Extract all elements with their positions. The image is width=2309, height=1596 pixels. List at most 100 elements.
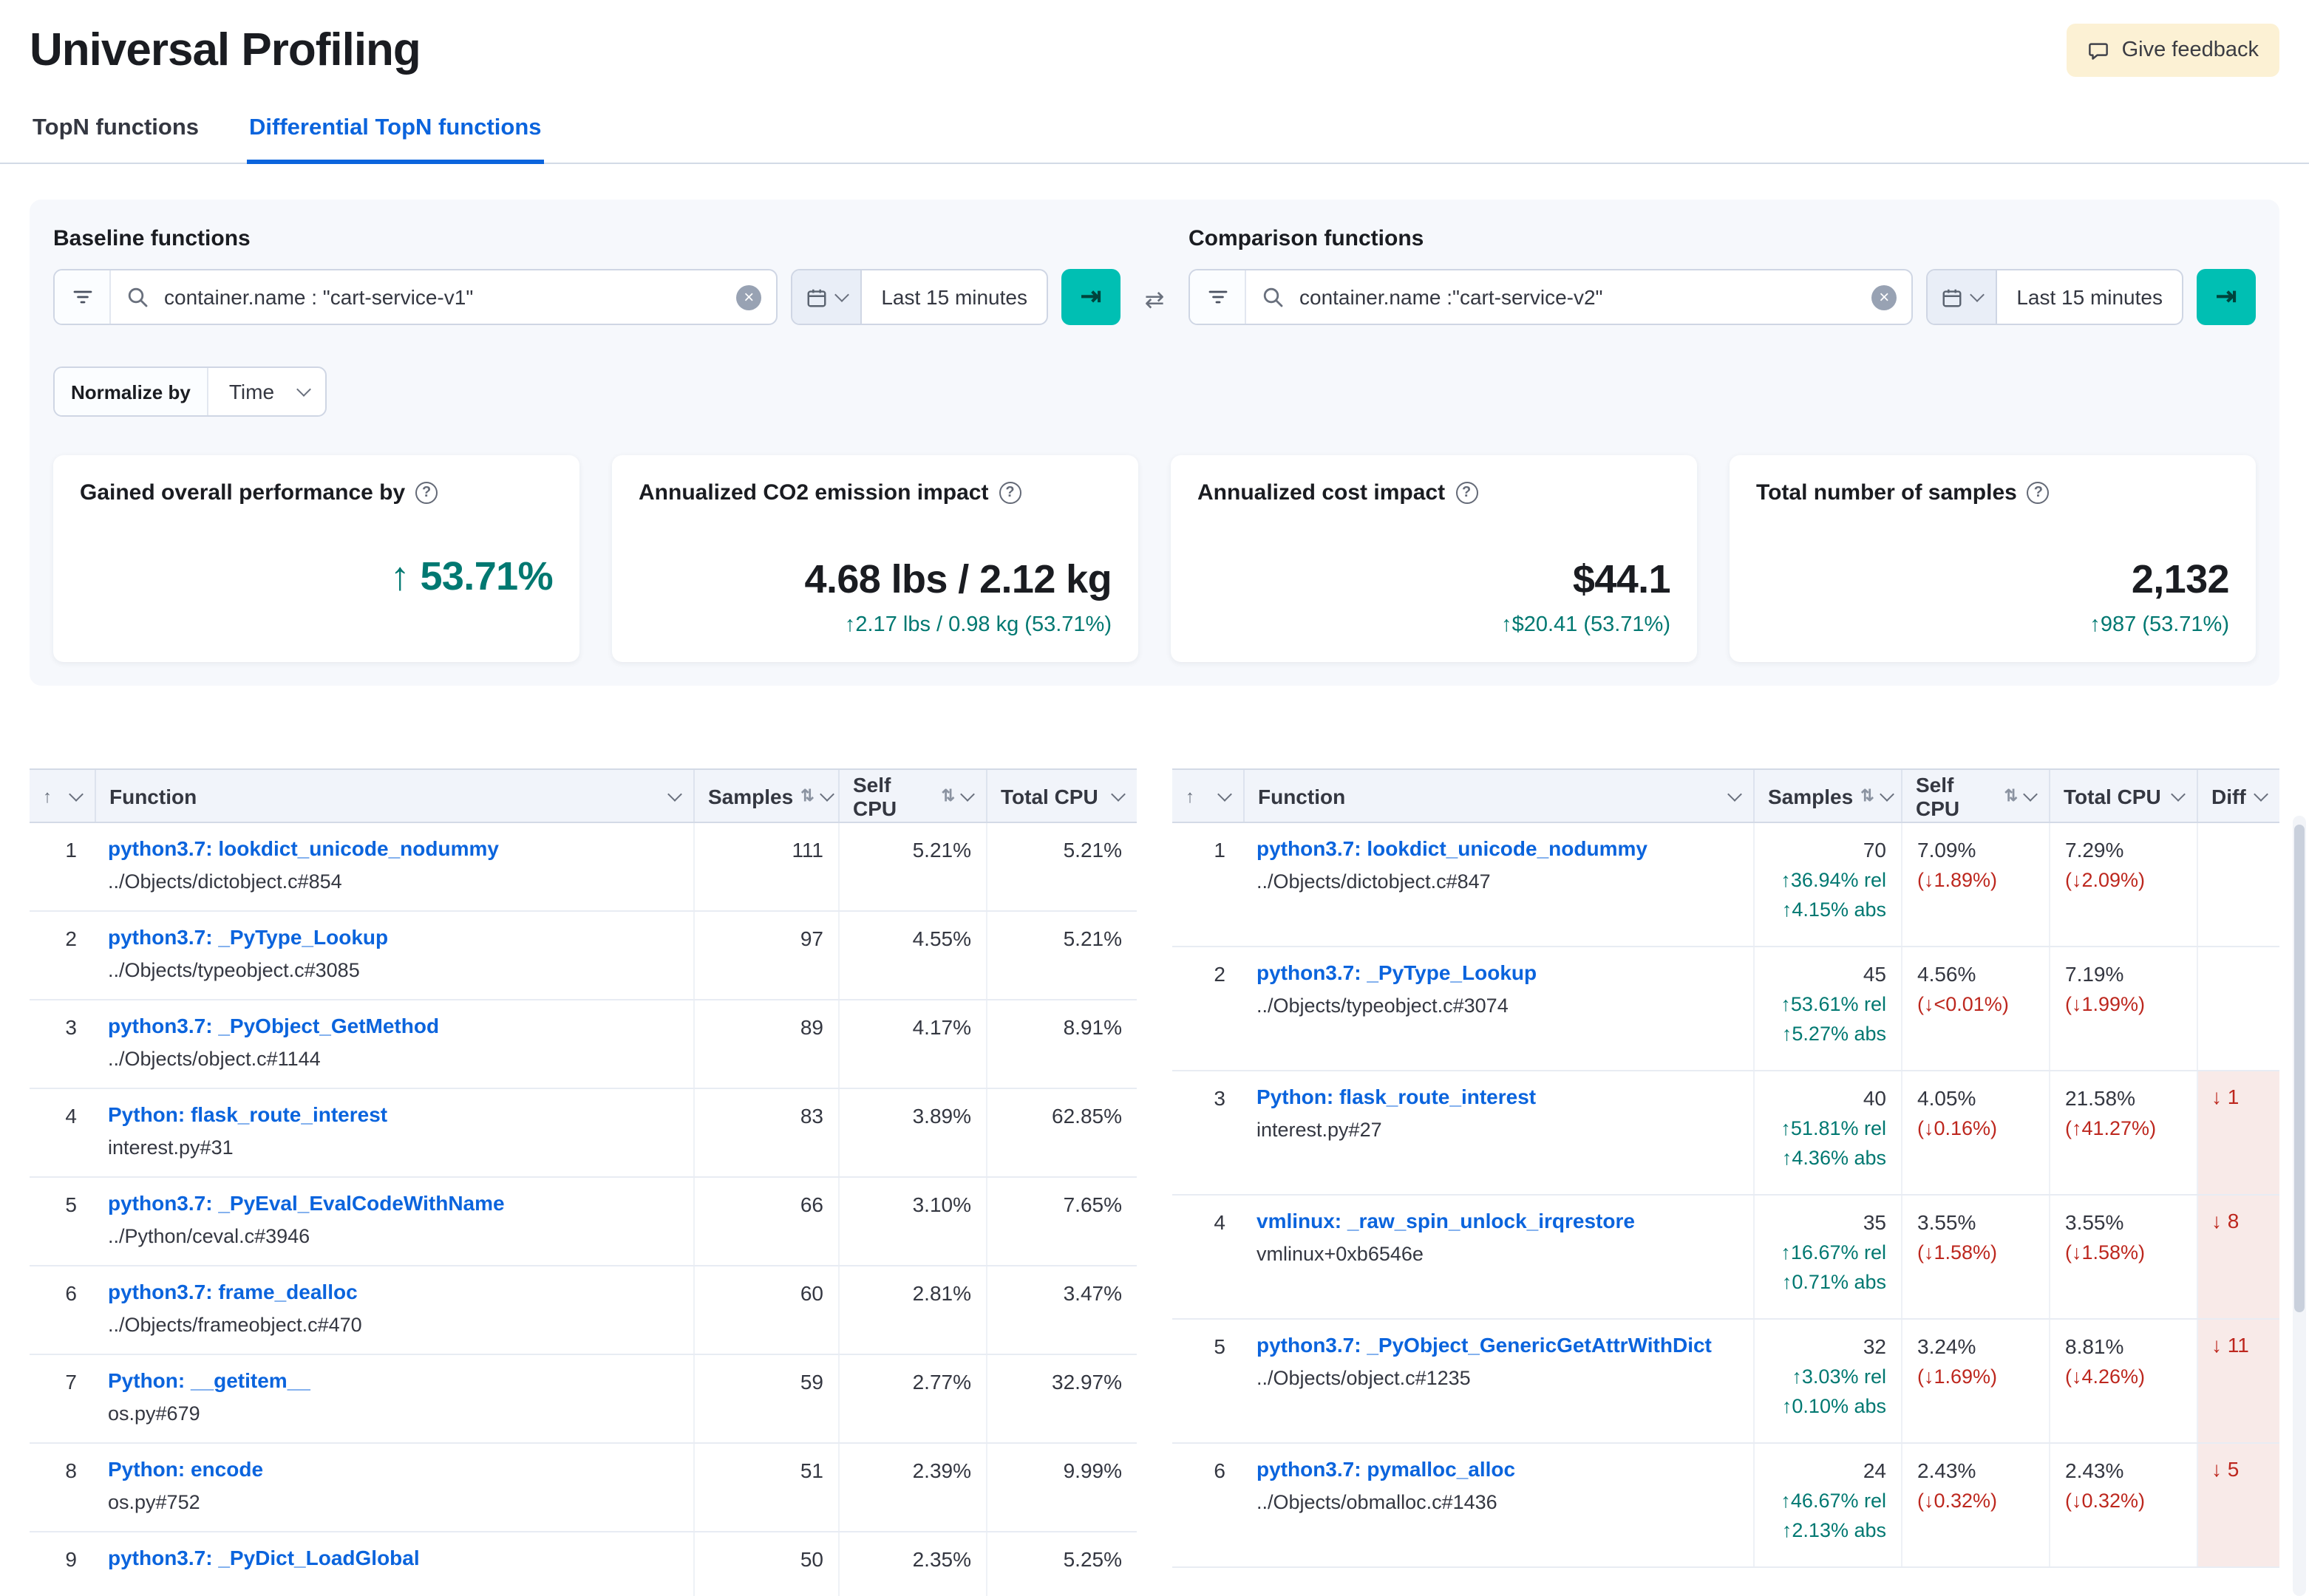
baseline-time-range[interactable]: Last 15 minutes (860, 270, 1047, 324)
row-function: python3.7: _PyEval_EvalCodeWithName ../Py… (95, 1178, 693, 1265)
total-cpu-value: 7.65% (986, 1178, 1137, 1265)
column-rank[interactable]: ↑ (1172, 770, 1243, 822)
samples-abs-delta: ↑4.36% abs (1781, 1147, 1886, 1169)
self-cpu-value: 3.89% (838, 1089, 986, 1176)
function-link[interactable]: Python: encode (108, 1457, 681, 1481)
comparison-quick-select-button[interactable] (1928, 270, 1996, 324)
samples-cell: 24 ↑46.67% rel ↑2.13% abs (1753, 1444, 1901, 1566)
baseline-table-header: ↑ Function Samples ⇅ Self CPU ⇅ Total CPU (30, 768, 1137, 823)
comparison-clear-icon[interactable]: × (1871, 284, 1897, 310)
function-link[interactable]: python3.7: _PyObject_GenericGetAttrWithD… (1256, 1333, 1741, 1357)
row-function: python3.7: _PyType_Lookup ../Objects/type… (95, 912, 693, 999)
samples-cell: 45 ↑53.61% rel ↑5.27% abs (1753, 947, 1901, 1070)
function-link[interactable]: python3.7: lookdict_unicode_nodummy (1256, 836, 1741, 860)
function-link[interactable]: python3.7: _PyEval_EvalCodeWithName (108, 1191, 681, 1215)
scrollbar-thumb[interactable] (2294, 825, 2305, 1312)
total-cpu-value: 32.97% (986, 1355, 1137, 1442)
row-rank: 6 (1214, 1459, 1225, 1482)
function-link[interactable]: python3.7: _PyType_Lookup (1256, 961, 1741, 984)
self-cpu-cell: 3.55% (↓1.58%) (1901, 1196, 2049, 1318)
function-link[interactable]: vmlinux: _raw_spin_unlock_irqrestore (1256, 1209, 1741, 1232)
table-row: 3 Python: flask_route_interest interest.p… (1172, 1071, 2279, 1196)
total-cpu-value: 8.91% (986, 1000, 1137, 1088)
function-link[interactable]: Python: __getitem__ (108, 1368, 681, 1392)
baseline-label: Baseline functions (53, 226, 251, 251)
row-function: python3.7: _PyType_Lookup ../Objects/type… (1243, 947, 1753, 1070)
function-link[interactable]: python3.7: frame_dealloc (108, 1280, 681, 1303)
tab-topn-functions[interactable]: TopN functions (30, 100, 202, 164)
vertical-scrollbar (2293, 816, 2306, 1596)
row-rank: 7 (65, 1370, 77, 1394)
total-cpu-value: 3.47% (986, 1266, 1137, 1354)
baseline-search-box[interactable]: × (111, 270, 776, 324)
function-path: os.py#752 (108, 1491, 200, 1513)
self-cpu-delta: (↓0.16%) (1917, 1117, 1998, 1139)
rank-diff-cell: ↓ 1 (2197, 1071, 2279, 1194)
function-link[interactable]: Python: flask_route_interest (108, 1102, 681, 1126)
baseline-apply-button[interactable]: ⇥ (1061, 269, 1121, 325)
baseline-quick-select-button[interactable] (792, 270, 861, 324)
swap-queries-button[interactable]: ⇄ (1135, 285, 1174, 315)
function-link[interactable]: python3.7: pymalloc_alloc (1256, 1457, 1741, 1481)
samples-value: 60 (693, 1266, 838, 1354)
total-cpu-cell: 21.58% (↑41.27%) (2049, 1071, 2197, 1194)
function-path: interest.py#27 (1256, 1119, 1382, 1141)
question-icon[interactable]: ? (1455, 482, 1478, 504)
column-total-cpu[interactable]: Total CPU (2049, 770, 2197, 822)
total-cpu-value: 5.21% (986, 912, 1137, 999)
column-diff[interactable]: Diff (2197, 770, 2279, 822)
rank-diff-cell: ↓ 11 (2197, 1320, 2279, 1442)
comparison-time-range[interactable]: Last 15 minutes (1996, 270, 2182, 324)
question-icon[interactable]: ? (999, 482, 1021, 504)
row-function: python3.7: frame_dealloc ../Objects/frame… (95, 1266, 693, 1354)
self-cpu-value: 2.77% (838, 1355, 986, 1442)
normalize-by-control[interactable]: Normalize by Time (53, 366, 327, 417)
question-icon[interactable]: ? (2027, 482, 2050, 504)
normalize-by-value[interactable]: Time (208, 368, 295, 415)
function-link[interactable]: python3.7: _PyObject_GetMethod (108, 1014, 681, 1037)
self-cpu-cell: 2.43% (↓0.32%) (1901, 1444, 2049, 1566)
function-link[interactable]: python3.7: lookdict_unicode_nodummy (108, 836, 681, 860)
comparison-query-input[interactable] (1296, 284, 1860, 310)
question-icon[interactable]: ? (415, 482, 438, 504)
function-link[interactable]: python3.7: _PyType_Lookup (108, 925, 681, 949)
column-self-cpu[interactable]: Self CPU ⇅ (1901, 770, 2049, 822)
samples-rel-delta: ↑3.03% rel (1792, 1365, 1886, 1388)
column-samples[interactable]: Samples ⇅ (693, 770, 838, 822)
comparison-apply-button[interactable]: ⇥ (2197, 269, 2256, 325)
page-header: Universal Profiling Give feedback (0, 0, 2309, 77)
chevron-down-icon (1970, 287, 1985, 302)
rank-diff-cell: ↓ 5 (2197, 1444, 2279, 1566)
column-total-cpu[interactable]: Total CPU (986, 770, 1137, 822)
self-cpu-cell: 3.24% (↓1.69%) (1901, 1320, 2049, 1442)
column-rank[interactable]: ↑ (30, 770, 95, 822)
feedback-bubble-icon (2089, 42, 2109, 59)
baseline-query-input[interactable] (161, 284, 725, 310)
function-link[interactable]: Python: flask_route_interest (1256, 1085, 1741, 1108)
total-cpu-cell: 3.55% (↓1.58%) (2049, 1196, 2197, 1318)
column-self-cpu[interactable]: Self CPU ⇅ (838, 770, 986, 822)
row-function: Python: encode os.py#752 (95, 1444, 693, 1531)
comparison-date-picker: Last 15 minutes (1926, 269, 2183, 325)
column-function[interactable]: Function (95, 770, 693, 822)
filter-icon (1208, 290, 1227, 304)
comparison-search-box[interactable]: × (1246, 270, 1911, 324)
column-samples[interactable]: Samples ⇅ (1753, 770, 1901, 822)
give-feedback-button[interactable]: Give feedback (2067, 24, 2279, 77)
card-delta: ↑987 (53.71%) (2089, 613, 2229, 637)
row-rank: 9 (65, 1547, 77, 1571)
baseline-clear-icon[interactable]: × (736, 284, 762, 310)
samples-rel-delta: ↑51.81% rel (1781, 1117, 1886, 1139)
baseline-search-compound: × (53, 269, 778, 325)
column-function[interactable]: Function (1243, 770, 1753, 822)
card-value: $44.1 (1572, 557, 1671, 601)
tab-differential-topn-functions[interactable]: Differential TopN functions (246, 100, 545, 164)
samples-abs-delta: ↑2.13% abs (1781, 1519, 1886, 1541)
total-cpu-cell: 7.19% (↓1.99%) (2049, 947, 2197, 1070)
comparison-filter-button[interactable] (1190, 270, 1246, 324)
comparison-search-compound: × (1188, 269, 1914, 325)
baseline-filter-button[interactable] (55, 270, 111, 324)
chevron-down-icon (960, 786, 975, 801)
function-path: ../Objects/frameobject.c#470 (108, 1314, 362, 1336)
function-link[interactable]: python3.7: _PyDict_LoadGlobal (108, 1546, 681, 1569)
